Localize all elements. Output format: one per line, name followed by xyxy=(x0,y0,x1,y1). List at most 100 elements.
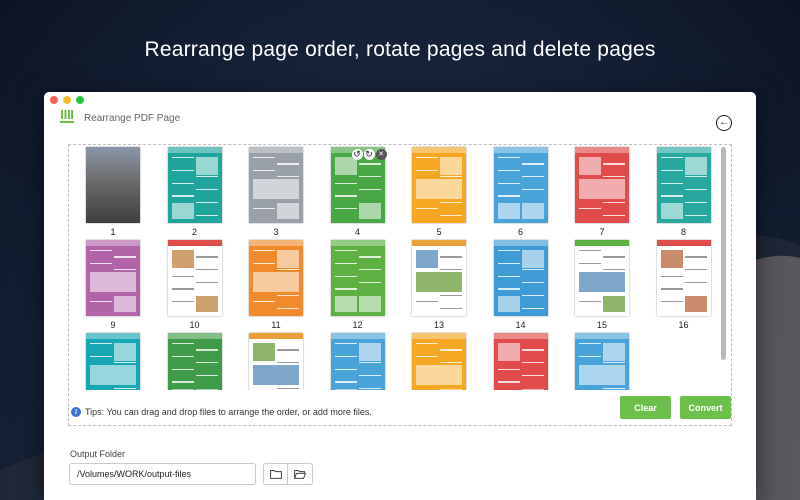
window-title: Rearrange PDF Page xyxy=(84,113,181,124)
page-image-block xyxy=(497,203,520,219)
page-header-band xyxy=(493,147,548,153)
page-thumbnail[interactable]: 1 xyxy=(79,147,160,247)
open-folder-button[interactable] xyxy=(263,463,288,485)
page-text-line xyxy=(358,375,381,377)
page-thumbnail[interactable]: 18 xyxy=(161,333,242,390)
page-thumbnail[interactable]: 8 xyxy=(650,147,722,247)
page-thumbnail[interactable]: 20 xyxy=(324,333,405,390)
page-thumbnail[interactable]: 17 xyxy=(79,333,160,390)
page-image-block xyxy=(603,343,625,361)
page-image-block xyxy=(497,343,520,361)
page-text-line xyxy=(497,195,520,197)
page-preview xyxy=(412,147,466,223)
page-text-line xyxy=(603,256,625,258)
page-text-line xyxy=(416,343,438,345)
page-preview xyxy=(86,240,140,316)
page-text-line xyxy=(603,163,625,165)
page-image-block xyxy=(171,389,194,390)
page-thumbnail[interactable]: 12 xyxy=(324,240,405,340)
page-text-line xyxy=(660,195,683,197)
page-preview xyxy=(249,147,303,223)
page-thumbnail[interactable]: 11 xyxy=(242,240,323,340)
output-folder-path-field[interactable]: /Volumes/WORK/output-files xyxy=(69,463,256,485)
page-thumbnail[interactable]: 16 xyxy=(650,240,722,340)
page-text-line xyxy=(195,269,218,271)
page-text-line xyxy=(334,343,357,345)
page-text-line xyxy=(440,269,462,271)
zoom-window-button[interactable] xyxy=(76,96,84,104)
page-header-band xyxy=(249,333,303,339)
page-image-block xyxy=(253,343,275,361)
page-thumbnail[interactable]: 21 xyxy=(405,333,486,390)
convert-button[interactable]: Convert xyxy=(680,396,731,419)
page-thumbnail[interactable]: 10 xyxy=(161,240,242,340)
page-header-band xyxy=(656,240,711,246)
page-text-line xyxy=(521,189,544,191)
page-image-block xyxy=(334,296,357,312)
page-thumbnail[interactable]: 6 xyxy=(487,147,568,247)
page-image-block xyxy=(440,389,462,390)
page-preview xyxy=(167,333,222,390)
page-text-line xyxy=(497,275,520,277)
page-text-line xyxy=(660,288,683,290)
page-text-line xyxy=(603,269,625,271)
page-image-block xyxy=(416,365,462,385)
browse-folder-button[interactable] xyxy=(288,463,313,485)
clear-button[interactable]: Clear xyxy=(620,396,671,419)
page-image-block xyxy=(358,296,381,312)
page-text-line xyxy=(440,256,462,258)
tips-text: Tips: You can drag and drop files to arr… xyxy=(85,407,372,417)
vertical-scrollbar[interactable] xyxy=(721,147,726,360)
back-button[interactable]: ← xyxy=(716,115,732,131)
page-thumbnail[interactable]: 7 xyxy=(568,147,649,247)
page-image-block xyxy=(497,296,520,312)
page-image-block xyxy=(660,203,683,219)
page-thumbnail[interactable]: 4 ↺ ↻ ✕ xyxy=(324,147,405,247)
page-thumbnail[interactable]: 5 xyxy=(405,147,486,247)
page-text-line xyxy=(334,182,357,184)
page-text-line xyxy=(684,176,707,178)
rotate-right-icon[interactable]: ↻ xyxy=(363,149,375,160)
page-number: 3 xyxy=(273,227,279,237)
page-text-line xyxy=(253,250,275,252)
page-preview xyxy=(330,333,385,390)
page-thumbnail[interactable]: 13 xyxy=(405,240,486,340)
page-thumbnail[interactable]: 3 xyxy=(242,147,323,247)
page-image-block xyxy=(253,365,299,385)
page-image-block xyxy=(114,343,136,361)
page-thumbnail[interactable]: 9 xyxy=(79,240,160,340)
page-text-line xyxy=(579,343,601,345)
page-preview xyxy=(575,333,629,390)
page-thumbnail[interactable]: 23 xyxy=(568,333,649,390)
page-text-line xyxy=(660,157,683,159)
minimize-window-button[interactable] xyxy=(63,96,71,104)
page-image-block xyxy=(579,179,625,199)
page-text-line xyxy=(114,387,136,389)
page-thumbnail[interactable]: 14 xyxy=(487,240,568,340)
page-number: 7 xyxy=(599,227,605,237)
rotate-left-icon[interactable]: ↺ xyxy=(351,149,363,160)
close-window-button[interactable] xyxy=(50,96,58,104)
page-number: 1 xyxy=(110,227,116,237)
page-text-line xyxy=(277,349,299,351)
page-text-line xyxy=(497,262,520,264)
page-thumbnail[interactable]: 22 xyxy=(487,333,568,390)
page-text-line xyxy=(440,307,462,309)
page-text-line xyxy=(114,362,136,364)
page-text-line xyxy=(358,387,381,389)
close-icon[interactable]: ✕ xyxy=(375,149,387,160)
page-text-line xyxy=(253,262,275,264)
page-preview xyxy=(86,147,140,223)
page-thumbnail[interactable]: 15 xyxy=(568,240,649,340)
page-text-line xyxy=(277,176,299,178)
page-thumbnail[interactable]: 2 xyxy=(161,147,242,247)
arrow-left-icon: ← xyxy=(719,117,729,128)
page-thumbnail[interactable]: 19 xyxy=(242,333,323,390)
page-drop-area[interactable]: 1234↺↻✕567891011121314151617181920212223… xyxy=(68,144,732,426)
page-image-block xyxy=(277,203,299,219)
page-number: 11 xyxy=(271,320,281,330)
page-image-block xyxy=(253,179,299,199)
page-text-line xyxy=(171,275,194,277)
page-text-line xyxy=(358,189,381,191)
page-text-line xyxy=(277,307,299,309)
